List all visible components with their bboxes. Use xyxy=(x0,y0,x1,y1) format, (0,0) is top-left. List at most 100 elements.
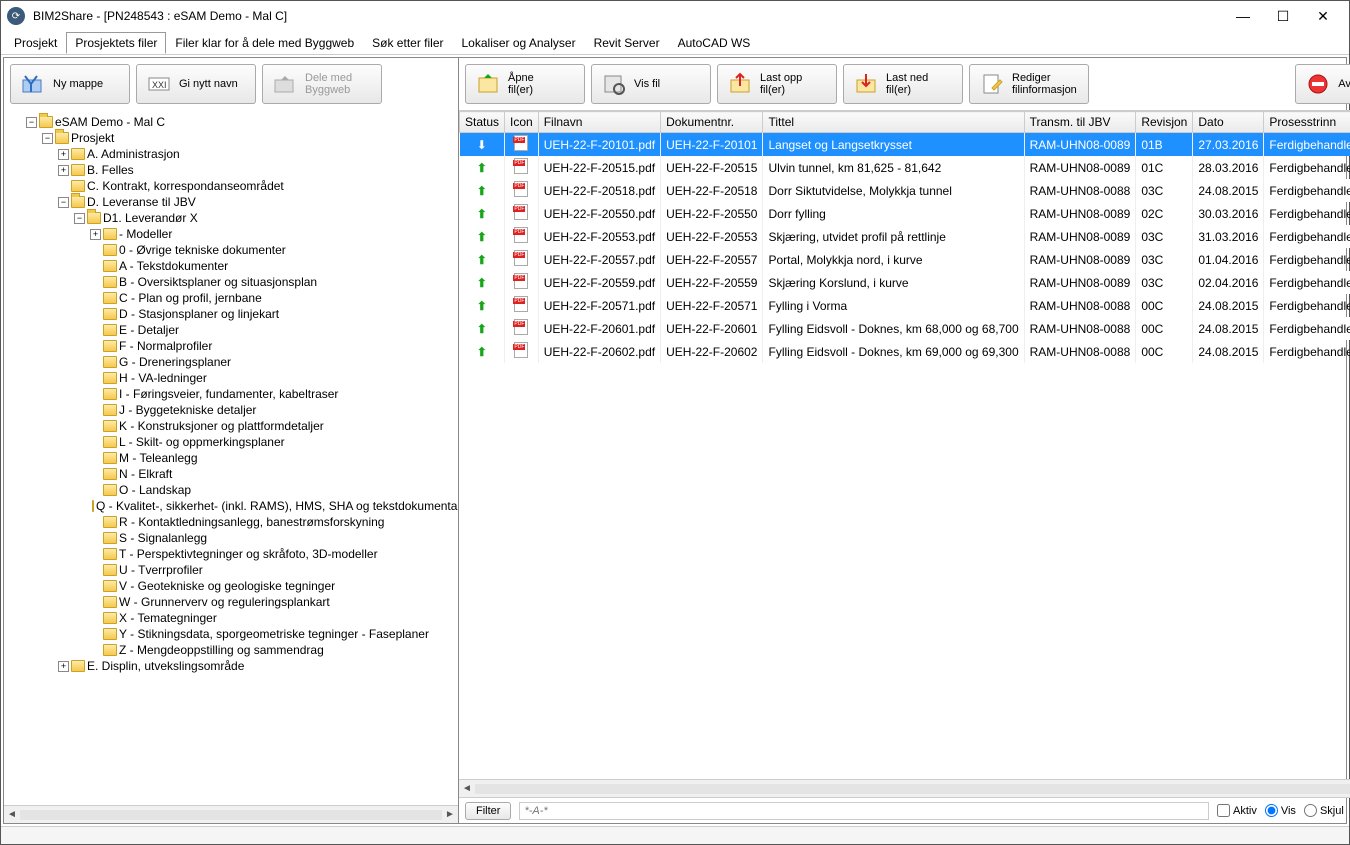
menu-tab-0[interactable]: Prosjekt xyxy=(5,32,66,54)
tree-folder-13[interactable]: M - Teleanlegg xyxy=(88,450,458,466)
tree-folder-22[interactable]: W - Grunnerverv og reguleringsplankart xyxy=(88,594,458,610)
column-header-4[interactable]: Tittel xyxy=(763,112,1024,133)
tree-twisty[interactable]: − xyxy=(42,133,53,144)
tree-project[interactable]: − Prosjekt xyxy=(40,130,458,146)
tree-folder-9[interactable]: I - Føringsveier, fundamenter, kabeltras… xyxy=(88,386,458,402)
tree-folder-10[interactable]: J - Byggetekniske detaljer xyxy=(88,402,458,418)
tree-folder-7[interactable]: G - Dreneringsplaner xyxy=(88,354,458,370)
tree-twisty[interactable] xyxy=(90,565,101,576)
column-header-7[interactable]: Dato xyxy=(1193,112,1264,133)
tree-twisty[interactable] xyxy=(90,245,101,256)
tree-twisty[interactable] xyxy=(90,309,101,320)
tree-twisty[interactable]: − xyxy=(26,117,37,128)
tree-twisty[interactable] xyxy=(90,389,101,400)
column-header-8[interactable]: Prosesstrinn xyxy=(1264,112,1350,133)
tree-twisty[interactable]: + xyxy=(58,165,69,176)
tree-twisty[interactable] xyxy=(90,629,101,640)
menu-tab-1[interactable]: Prosjektets filer xyxy=(66,32,166,54)
tree-twisty[interactable] xyxy=(90,405,101,416)
tree-c[interactable]: C. Kontrakt, korrespondanseområdet xyxy=(56,178,458,194)
upload-button[interactable]: Last opp fil(er) xyxy=(717,64,837,104)
menu-tab-6[interactable]: AutoCAD WS xyxy=(669,32,760,54)
tree-a[interactable]: + A. Administrasjon xyxy=(56,146,458,162)
tree-twisty[interactable] xyxy=(90,613,101,624)
maximize-button[interactable]: ☐ xyxy=(1263,1,1303,31)
tree-twisty[interactable] xyxy=(58,181,69,192)
tree-folder-14[interactable]: N - Elkraft xyxy=(88,466,458,482)
tree-folder-2[interactable]: B - Oversiktsplaner og situasjonsplan xyxy=(88,274,458,290)
exit-button[interactable]: Avslutt xyxy=(1295,64,1350,104)
tree-twisty[interactable]: + xyxy=(58,149,69,160)
filter-button[interactable]: Filter xyxy=(465,802,511,820)
column-header-5[interactable]: Transm. til JBV xyxy=(1024,112,1136,133)
tree-twisty[interactable] xyxy=(90,341,101,352)
tree-twisty[interactable] xyxy=(90,437,101,448)
close-button[interactable]: ✕ xyxy=(1303,1,1343,31)
view-file-button[interactable]: Vis fil xyxy=(591,64,711,104)
grid-horizontal-scrollbar[interactable]: ◄► xyxy=(459,779,1350,797)
tree-folder-17[interactable]: R - Kontaktledningsanlegg, banestrømsfor… xyxy=(88,514,458,530)
tree-e[interactable]: + E. Displin, utvekslingsområde xyxy=(56,658,458,674)
open-file-button[interactable]: Åpne fil(er) xyxy=(465,64,585,104)
tree-twisty[interactable] xyxy=(90,485,101,496)
filter-vis-radio[interactable]: Vis xyxy=(1265,804,1296,817)
tree-folder-4[interactable]: D - Stasjonsplaner og linjekart xyxy=(88,306,458,322)
tree-twisty[interactable] xyxy=(90,261,101,272)
tree-twisty[interactable] xyxy=(90,597,101,608)
tree-twisty[interactable] xyxy=(90,549,101,560)
column-header-1[interactable]: Icon xyxy=(505,112,539,133)
tree-twisty[interactable] xyxy=(90,325,101,336)
file-grid[interactable]: StatusIconFilnavnDokumentnr.TittelTransm… xyxy=(459,110,1350,779)
rename-button[interactable]: XXI Gi nytt navn xyxy=(136,64,256,104)
tree-folder-3[interactable]: C - Plan og profil, jernbane xyxy=(88,290,458,306)
tree-folder-6[interactable]: F - Normalprofiler xyxy=(88,338,458,354)
tree-folder-21[interactable]: V - Geotekniske og geologiske tegninger xyxy=(88,578,458,594)
tree-twisty[interactable]: − xyxy=(58,197,69,208)
tree-folder-25[interactable]: Z - Mengdeoppstilling og sammendrag xyxy=(88,642,458,658)
tree-twisty[interactable] xyxy=(90,373,101,384)
tree-root[interactable]: − eSAM Demo - Mal C xyxy=(24,114,458,130)
column-header-2[interactable]: Filnavn xyxy=(538,112,660,133)
tree-folder-11[interactable]: K - Konstruksjoner og plattformdetaljer xyxy=(88,418,458,434)
table-row[interactable]: ⬆ UEH-22-F-20559.pdf UEH-22-F-20559 Skjæ… xyxy=(460,271,1350,294)
tree-folder-1[interactable]: A - Tekstdokumenter xyxy=(88,258,458,274)
tree-twisty[interactable]: + xyxy=(58,661,69,672)
tree-panel[interactable]: − eSAM Demo - Mal C − Prosjekt + A. Admi… xyxy=(4,110,458,805)
filter-aktiv-checkbox[interactable]: Aktiv xyxy=(1217,804,1257,817)
tree-twisty[interactable]: − xyxy=(74,213,85,224)
new-folder-button[interactable]: Ny mappe xyxy=(10,64,130,104)
tree-twisty[interactable] xyxy=(90,421,101,432)
table-row[interactable]: ⬇ UEH-22-F-20101.pdf UEH-22-F-20101 Lang… xyxy=(460,133,1350,157)
column-header-0[interactable]: Status xyxy=(460,112,505,133)
tree-folder-5[interactable]: E - Detaljer xyxy=(88,322,458,338)
tree-folder-0[interactable]: 0 - Øvrige tekniske dokumenter xyxy=(88,242,458,258)
table-row[interactable]: ⬆ UEH-22-F-20601.pdf UEH-22-F-20601 Fyll… xyxy=(460,317,1350,340)
tree-twisty[interactable] xyxy=(90,277,101,288)
table-row[interactable]: ⬆ UEH-22-F-20557.pdf UEH-22-F-20557 Port… xyxy=(460,248,1350,271)
horizontal-scrollbar[interactable]: ◄► xyxy=(4,805,458,823)
tree-twisty[interactable] xyxy=(90,645,101,656)
tree-folder-23[interactable]: X - Temategninger xyxy=(88,610,458,626)
table-row[interactable]: ⬆ UEH-22-F-20571.pdf UEH-22-F-20571 Fyll… xyxy=(460,294,1350,317)
tree-folder-24[interactable]: Y - Stikningsdata, sporgeometriske tegni… xyxy=(88,626,458,642)
edit-info-button[interactable]: Rediger filinformasjon xyxy=(969,64,1089,104)
tree-d1[interactable]: − D1. Leverandør X xyxy=(72,210,458,226)
tree-twisty[interactable] xyxy=(90,581,101,592)
tree-folder-8[interactable]: H - VA-ledninger xyxy=(88,370,458,386)
table-row[interactable]: ⬆ UEH-22-F-20518.pdf UEH-22-F-20518 Dorr… xyxy=(460,179,1350,202)
tree-twisty[interactable] xyxy=(90,517,101,528)
tree-folder-15[interactable]: O - Landskap xyxy=(88,482,458,498)
tree-folder-20[interactable]: U - Tverrprofiler xyxy=(88,562,458,578)
tree-folder-16[interactable]: Q - Kvalitet-, sikkerhet- (inkl. RAMS), … xyxy=(88,498,458,514)
menu-tab-3[interactable]: Søk etter filer xyxy=(363,32,452,54)
tree-twisty[interactable] xyxy=(90,453,101,464)
table-row[interactable]: ⬆ UEH-22-F-20602.pdf UEH-22-F-20602 Fyll… xyxy=(460,340,1350,363)
menu-tab-4[interactable]: Lokaliser og Analyser xyxy=(453,32,585,54)
filter-input[interactable] xyxy=(519,802,1209,820)
tree-folder-12[interactable]: L - Skilt- og oppmerkingsplaner xyxy=(88,434,458,450)
tree-d[interactable]: − D. Leveranse til JBV xyxy=(56,194,458,210)
download-button[interactable]: Last ned fil(er) xyxy=(843,64,963,104)
tree-twisty[interactable]: + xyxy=(90,229,101,240)
table-row[interactable]: ⬆ UEH-22-F-20550.pdf UEH-22-F-20550 Dorr… xyxy=(460,202,1350,225)
minimize-button[interactable]: — xyxy=(1223,1,1263,31)
